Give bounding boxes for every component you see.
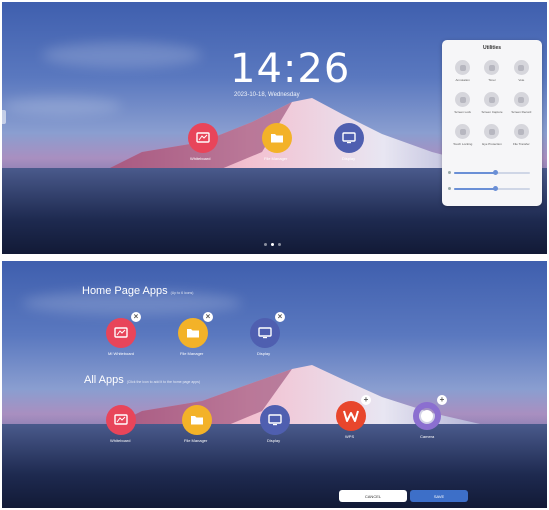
home-app-file-manager[interactable] [178,318,208,348]
folder-icon [271,134,283,143]
timer-icon [484,60,500,75]
app-label: Display [267,438,281,443]
home-page-apps-hint: (Up to 6 icons) [170,291,194,295]
save-button[interactable]: SAVE [410,490,468,502]
all-app-whiteboard[interactable] [106,405,136,435]
app-label: File Manager [264,156,288,161]
utility-screen-record[interactable]: Screen Record [507,92,536,114]
slider-fill [454,188,496,190]
eye-icon [484,124,500,139]
ring-icon [413,402,441,430]
home-app-display[interactable] [250,318,280,348]
vote-icon [513,60,529,75]
app-whiteboard[interactable] [188,123,218,153]
page-dot[interactable] [264,243,267,246]
pen-icon [455,60,471,75]
app-label: File Manager [180,351,204,356]
utility-screen-lock[interactable]: Screen Lock [448,92,477,114]
page-dot[interactable] [278,243,281,246]
utility-touch-locking[interactable]: Touch Locking [448,124,477,146]
side-toolbar-handle[interactable] [2,110,6,124]
utilities-grid: Annotation Timer Vote Screen Lock Screen… [448,60,536,146]
record-icon [513,92,529,107]
whiteboard-icon [114,414,128,425]
clock-time: 14:26 [230,46,351,92]
utilities-title: Utilities [482,45,502,51]
utility-file-transfer[interactable]: File Transfer [507,124,536,146]
remove-badge[interactable]: × [203,312,213,322]
all-apps-title: All Apps (Click the icon to add it to the… [84,374,201,386]
remove-badge[interactable]: × [131,312,141,322]
utility-eye-protection[interactable]: Eye Protection [477,124,506,146]
utilities-panel: Utilities Annotation Timer Vote Screen L… [442,40,542,206]
page-indicator [264,243,281,246]
page-dot-active[interactable] [271,243,274,246]
app-display[interactable] [334,123,364,153]
cancel-button[interactable]: CANCEL [339,490,407,502]
transfer-icon [513,124,529,139]
all-app-wps[interactable] [336,401,366,431]
add-badge[interactable]: + [361,395,371,405]
folder-icon [191,416,203,425]
hand-icon [455,124,471,139]
utility-annotation[interactable]: Annotation [448,60,477,82]
brightness-slider[interactable] [454,170,530,175]
slider-knob[interactable] [493,186,499,191]
whiteboard-icon [114,327,128,338]
all-app-camera[interactable] [412,401,442,431]
wps-icon [343,410,359,422]
app-file-manager[interactable] [262,123,292,153]
edit-home-apps-screen: Home Page Apps (Up to 6 icons) × MI White… [2,261,547,508]
home-app-whiteboard[interactable] [106,318,136,348]
clock-date: 2023-10-18, Wednesday [234,92,300,98]
utility-timer[interactable]: Timer [477,60,506,82]
display-icon [268,414,282,426]
app-label: Display [342,156,356,161]
all-app-display[interactable] [260,405,290,435]
brightness-icon [448,171,451,174]
all-app-file-manager[interactable] [182,405,212,435]
app-label: Display [257,351,271,356]
whiteboard-icon [196,132,210,143]
app-label: WPS [345,434,355,439]
app-label: Whiteboard [110,438,131,443]
volume-slider[interactable] [454,186,530,191]
launcher-home-screen: 14:26 2023-10-18, Wednesday Whiteboard F… [2,2,547,254]
lock-icon [455,92,471,107]
volume-icon [448,187,451,190]
capture-icon [484,92,500,107]
utility-screen-capture[interactable]: Screen Capture [477,92,506,114]
app-label: MI Whiteboard [108,351,135,356]
slider-knob[interactable] [493,170,499,175]
home-page-apps-title: Home Page Apps (Up to 6 icons) [82,285,194,297]
app-label: File Manager [184,438,208,443]
all-apps-hint: (Click the icon to add it to the home pa… [126,380,201,384]
remove-badge[interactable]: × [275,312,285,322]
utility-vote[interactable]: Vote [507,60,536,82]
app-label: Camera [420,434,435,439]
add-badge[interactable]: + [437,395,447,405]
app-label: Whiteboard [190,156,211,161]
display-icon [342,132,356,144]
display-icon [258,327,272,339]
folder-icon [187,329,199,338]
slider-fill [454,172,496,174]
